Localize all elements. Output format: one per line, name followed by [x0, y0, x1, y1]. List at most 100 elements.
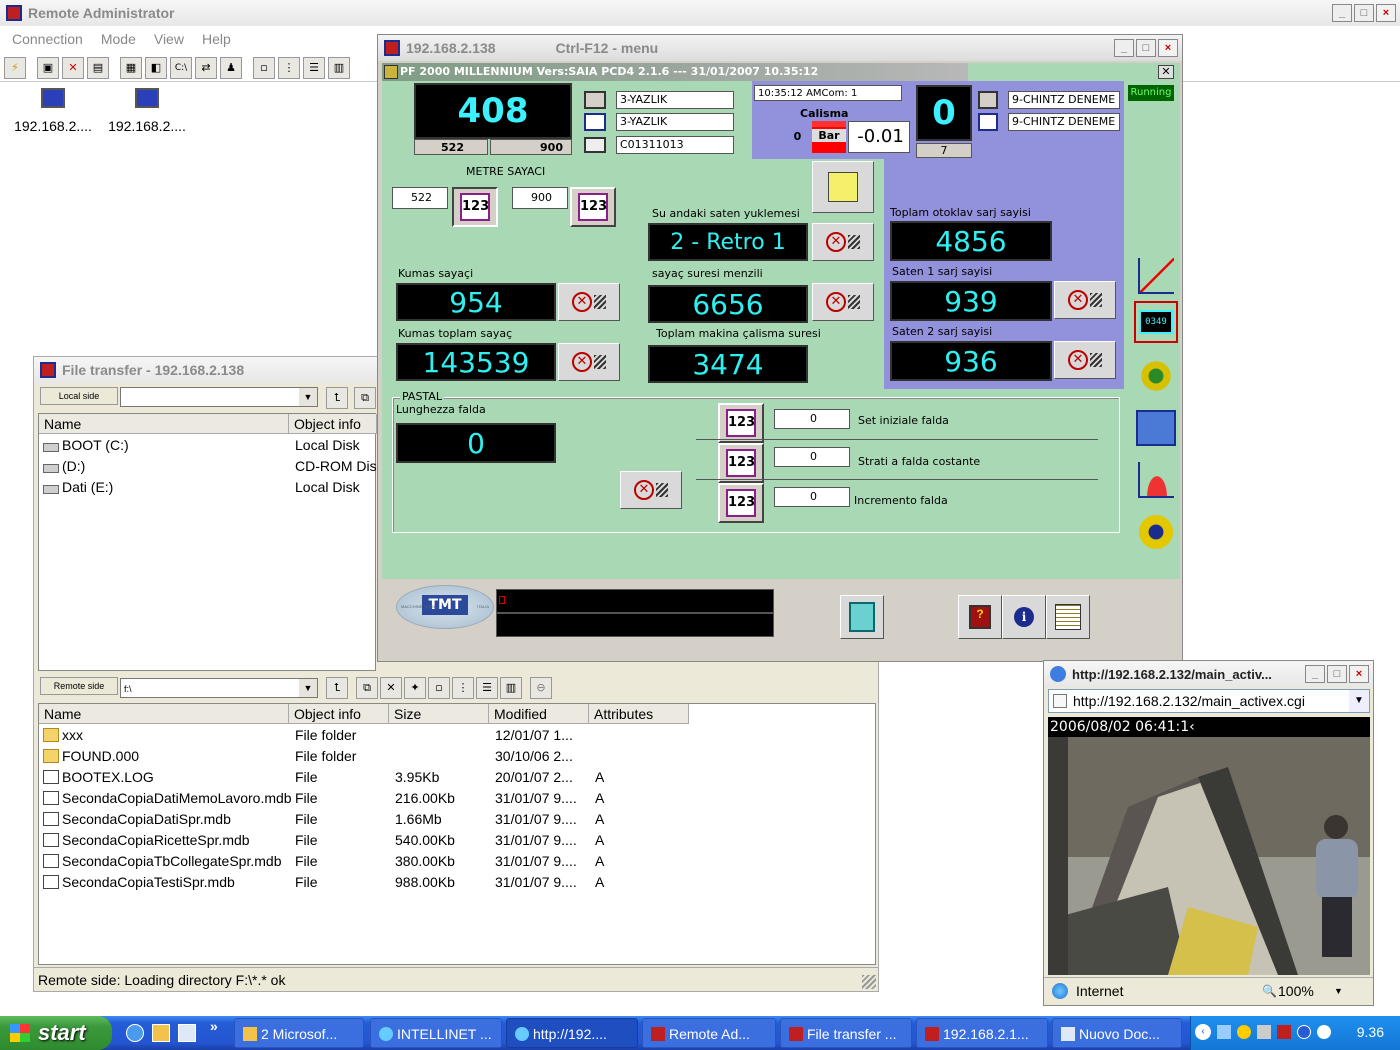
list-item[interactable]: BOOT (C:) — [43, 437, 129, 453]
shutdown-icon[interactable]: ♟ — [220, 56, 242, 79]
full-control-icon[interactable]: ▦ — [120, 56, 142, 79]
tray-network-icon[interactable] — [1217, 1025, 1231, 1039]
stop-icon[interactable]: ⊖ — [530, 677, 552, 699]
column-header-modified[interactable]: Modified — [489, 704, 589, 724]
address-bar[interactable]: http://192.168.2.132/main_activex.cgi ▼ — [1048, 689, 1370, 713]
remote-admin-titlebar[interactable]: Remote Administrator _ □ × — [0, 0, 1400, 26]
computer-icon[interactable]: ▣ — [37, 56, 59, 79]
saten-yuk-reset-button[interactable]: ✕ — [812, 223, 874, 261]
taskbar-item-file-transfer[interactable]: File transfer ... — [780, 1018, 912, 1048]
large-icons-icon[interactable]: ▫ — [253, 56, 275, 79]
table-row[interactable]: SecondaCopiaRicetteSpr.mdb — [43, 832, 250, 848]
tray-clock-icon[interactable] — [1237, 1025, 1251, 1039]
up-folder-icon[interactable]: ⮤ — [326, 677, 348, 699]
quick-launch-word-icon[interactable] — [178, 1024, 196, 1042]
table-row[interactable]: SecondaCopiaDatiMemoLavoro.mdb — [43, 790, 292, 806]
pastal-reset-button[interactable]: ✕ — [620, 471, 682, 509]
column-header-attributes[interactable]: Attributes — [589, 704, 689, 724]
set-iniziale-numpad-button[interactable]: 123 — [718, 403, 764, 443]
metre-a-numpad-button[interactable]: 123 — [452, 187, 498, 227]
metre-b-numpad-button[interactable]: 123 — [570, 187, 616, 227]
taskbar-item-intellinet[interactable]: INTELLINET ... — [370, 1018, 502, 1048]
tray-connection-icon[interactable] — [1257, 1025, 1271, 1039]
saten1-reset-button[interactable]: ✕ — [1054, 281, 1116, 319]
taskbar-item-remote-admin[interactable]: Remote Ad... — [642, 1018, 776, 1048]
tray-bluetooth-icon[interactable] — [1297, 1025, 1311, 1039]
menu-mode[interactable]: Mode — [101, 31, 136, 47]
properties-icon[interactable]: ▤ — [87, 56, 109, 79]
pf-close-button[interactable]: ✕ — [1158, 65, 1174, 79]
table-row[interactable]: SecondaCopiaTestiSpr.mdb — [43, 874, 235, 890]
column-header-object-info[interactable]: Object info — [289, 704, 389, 724]
kumas-sayaci-reset-button[interactable]: ✕ — [558, 283, 620, 321]
minimize-button[interactable]: _ — [1332, 4, 1352, 22]
table-row[interactable]: BOOTEX.LOG — [43, 769, 154, 785]
file-transfer-icon[interactable]: ⇄ — [195, 56, 217, 79]
host-item[interactable]: 192.168.2.... — [10, 88, 96, 134]
details-icon[interactable]: ▥ — [500, 677, 522, 699]
large-icons-icon[interactable]: ▫ — [428, 677, 450, 699]
table-row[interactable]: SecondaCopiaDatiSpr.mdb — [43, 811, 231, 827]
list-item[interactable]: (D:) — [43, 458, 85, 474]
local-path-combo[interactable]: ▼ — [120, 387, 318, 407]
table-row[interactable]: FOUND.000 — [43, 748, 139, 764]
taskbar-item-word-doc[interactable]: Nuovo Doc... — [1052, 1018, 1182, 1048]
list-icon[interactable]: ☰ — [303, 56, 325, 79]
settings-person-button[interactable] — [1134, 511, 1178, 553]
chevron-down-icon[interactable]: ▼ — [299, 388, 317, 406]
delete-icon[interactable]: ✕ — [62, 56, 84, 79]
maximize-button[interactable]: □ — [1136, 39, 1156, 57]
view-only-icon[interactable]: ◧ — [145, 56, 167, 79]
list-item[interactable]: Dati (E:) — [43, 479, 113, 495]
copy-icon[interactable]: ⧉ — [356, 677, 378, 699]
host-item[interactable]: 192.168.2.... — [104, 88, 190, 134]
quick-launch-outlook-icon[interactable] — [152, 1024, 170, 1042]
start-button[interactable]: start — [0, 1016, 112, 1050]
close-button[interactable]: × — [1376, 4, 1396, 22]
small-icons-icon[interactable]: ⋮ — [278, 56, 300, 79]
kumas-toplam-reset-button[interactable]: ✕ — [558, 343, 620, 381]
taskbar-item-microsoft[interactable]: 2 Microsof... — [234, 1018, 364, 1048]
up-folder-icon[interactable]: ⮤ — [326, 387, 348, 409]
maximize-button[interactable]: □ — [1327, 665, 1347, 683]
machine-view-button[interactable] — [1134, 407, 1178, 449]
zoom-level[interactable]: 100% — [1278, 978, 1314, 1004]
incremento-numpad-button[interactable]: 123 — [718, 483, 764, 523]
remote-path-combo[interactable]: f:\ ▼ — [120, 678, 318, 698]
new-folder-icon[interactable]: ✦ — [404, 677, 426, 699]
tray-radmin-icon[interactable] — [1277, 1025, 1291, 1039]
help-button[interactable]: ? — [958, 595, 1002, 639]
tray-expand-icon[interactable]: ‹ — [1195, 1024, 1211, 1040]
table-row[interactable]: SecondaCopiaTbCollegateSpr.mdb — [43, 853, 281, 869]
tray-antivirus-icon[interactable] — [1317, 1025, 1331, 1039]
diagram-button[interactable] — [812, 161, 874, 213]
sayac-menzil-reset-button[interactable]: ✕ — [812, 283, 874, 321]
column-header-object-info[interactable]: Object info — [289, 414, 377, 434]
small-icons-icon[interactable]: ⋮ — [452, 677, 474, 699]
resize-grip-icon[interactable] — [862, 975, 876, 989]
maximize-button[interactable]: □ — [1354, 4, 1374, 22]
minimize-button[interactable]: _ — [1114, 39, 1134, 57]
remote-screen-titlebar[interactable]: 192.168.2.138 Ctrl-F12 - menu _ □ × — [378, 35, 1182, 61]
menu-view[interactable]: View — [154, 31, 184, 47]
column-header-name[interactable]: Name — [39, 414, 289, 434]
details-icon[interactable]: ▥ — [328, 56, 350, 79]
close-button[interactable]: × — [1349, 665, 1369, 683]
menu-connection[interactable]: Connection — [12, 31, 83, 47]
counter-button[interactable]: 0349 — [1134, 301, 1178, 343]
exit-button[interactable] — [840, 595, 884, 639]
quick-launch-overflow[interactable]: » — [210, 1018, 218, 1034]
chevron-down-icon[interactable]: ▼ — [299, 679, 317, 697]
column-header-size[interactable]: Size — [389, 704, 489, 724]
saten2-reset-button[interactable]: ✕ — [1054, 341, 1116, 379]
close-button[interactable]: × — [1158, 39, 1178, 57]
info-button[interactable]: i — [1002, 595, 1046, 639]
gears-button[interactable] — [1134, 355, 1178, 397]
delete-icon[interactable]: ✕ — [380, 677, 402, 699]
table-row[interactable]: xxx — [43, 727, 83, 743]
lightning-icon[interactable]: ⚡ — [4, 56, 26, 79]
chevron-down-icon[interactable]: ▼ — [1349, 690, 1369, 712]
list-icon[interactable]: ☰ — [476, 677, 498, 699]
column-header-name[interactable]: Name — [39, 704, 289, 724]
taskbar-item-remote-screen[interactable]: 192.168.2.1... — [916, 1018, 1048, 1048]
